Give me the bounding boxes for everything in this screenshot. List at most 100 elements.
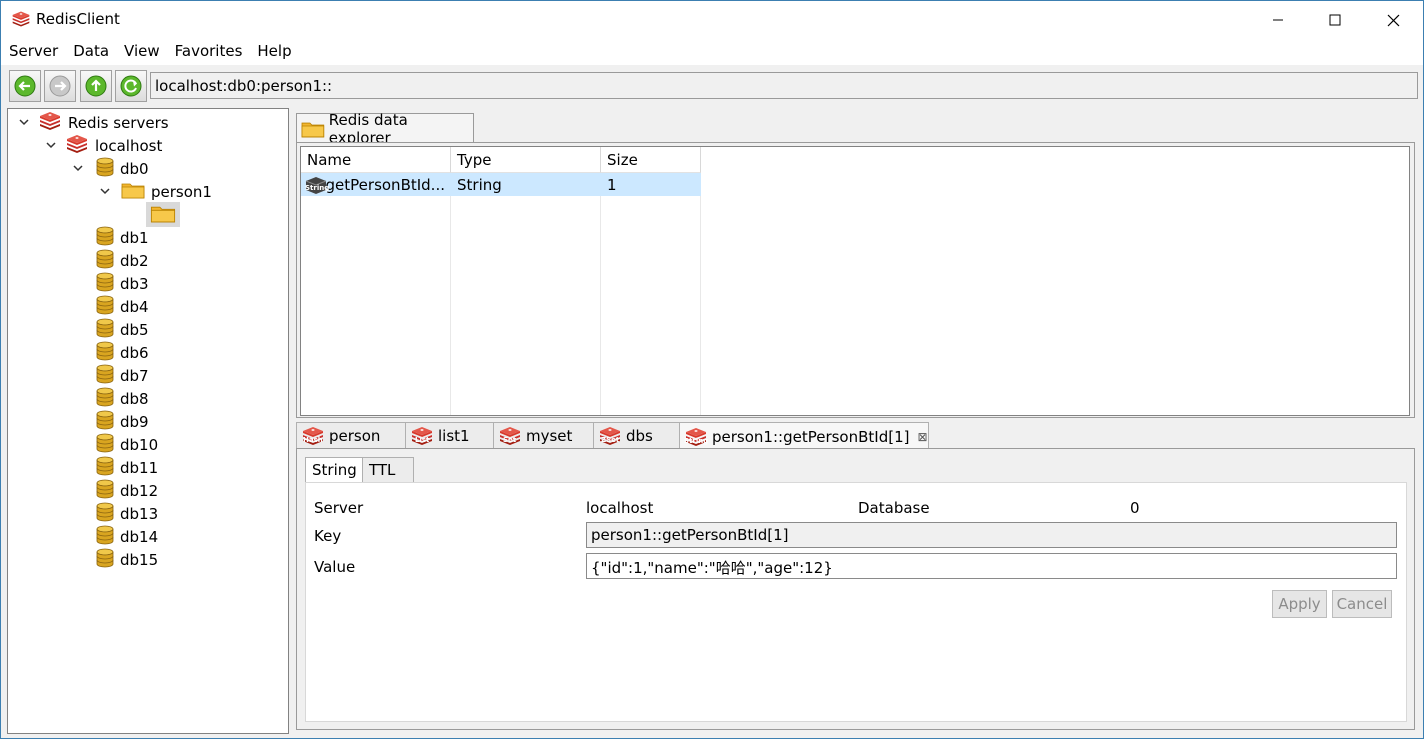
tab-myset[interactable]: Set myset — [493, 422, 594, 449]
tree-label: person1 — [151, 182, 212, 201]
menu-data[interactable]: Data — [65, 39, 116, 65]
string-panel: Server localhost Database 0 Key person1:… — [305, 482, 1407, 722]
keys-table: Name Type Size String getPersonBtId... S… — [300, 146, 1410, 416]
tree-node-db15[interactable]: db15 — [96, 548, 158, 571]
tree-node-person1[interactable]: person1 — [99, 180, 212, 203]
forward-button[interactable] — [44, 70, 76, 102]
column-header-type[interactable]: Type — [451, 147, 601, 173]
redis-app-icon — [11, 10, 31, 32]
tree-node-empty-folder[interactable] — [146, 202, 180, 227]
tree-label: db5 — [120, 320, 149, 339]
database-icon — [96, 318, 114, 342]
tree-label: db15 — [120, 550, 159, 569]
explorer-body: Name Type Size String getPersonBtId... S… — [296, 142, 1415, 418]
editor-body: String TTL Server localhost Database 0 K… — [296, 448, 1415, 730]
database-icon — [96, 387, 114, 411]
cell-name: String getPersonBtId... — [305, 175, 445, 194]
maximize-button[interactable] — [1306, 1, 1364, 39]
key-field[interactable]: person1::getPersonBtId[1] — [586, 522, 1397, 548]
close-button[interactable] — [1364, 1, 1422, 39]
tree-node-db9[interactable]: db9 — [96, 410, 149, 433]
menu-view[interactable]: View — [116, 39, 167, 65]
tree-node-db8[interactable]: db8 — [96, 387, 149, 410]
tree-label: db3 — [120, 274, 149, 293]
tab-close-icon[interactable]: ⊠ — [917, 430, 927, 444]
tab-dbs[interactable]: ZSet dbs — [593, 422, 680, 449]
list-icon: List — [410, 426, 434, 446]
database-icon — [96, 364, 114, 388]
menu-server[interactable]: Server — [1, 39, 65, 65]
value-field[interactable]: {"id":1,"name":"哈哈","age":12} — [586, 553, 1397, 579]
minimize-button[interactable] — [1249, 1, 1307, 39]
tab-label: list1 — [438, 427, 470, 445]
chevron-down-icon[interactable] — [99, 183, 113, 201]
address-bar[interactable]: localhost:db0:person1:: — [150, 72, 1418, 99]
folder-icon — [301, 120, 325, 138]
value-label: Value — [314, 558, 356, 576]
chevron-down-icon[interactable] — [72, 160, 86, 178]
menu-favorites[interactable]: Favorites — [167, 39, 250, 65]
chevron-down-icon[interactable] — [18, 114, 32, 132]
tab-label: person — [329, 427, 381, 445]
tree-node-db4[interactable]: db4 — [96, 295, 149, 318]
back-arrow-icon — [14, 75, 36, 97]
cell-type: String — [457, 176, 502, 194]
server-label: Server — [314, 499, 364, 517]
app-window: RedisClient Server Data View Favorites H… — [0, 0, 1424, 739]
tab-person1-getpersonbtid[interactable]: String person1::getPersonBtId[1] ⊠ — [679, 422, 929, 450]
tree-node-db11[interactable]: db11 — [96, 456, 158, 479]
tree-node-db7[interactable]: db7 — [96, 364, 149, 387]
key-label: Key — [314, 527, 342, 545]
tree-node-db12[interactable]: db12 — [96, 479, 158, 502]
refresh-button[interactable] — [115, 70, 147, 102]
database-icon — [96, 433, 114, 457]
subtab-string[interactable]: String — [305, 457, 363, 484]
up-button[interactable] — [80, 70, 112, 102]
tab-label: dbs — [626, 427, 653, 445]
tree-label: db9 — [120, 412, 149, 431]
apply-button[interactable]: Apply — [1272, 590, 1327, 618]
tree-node-db5[interactable]: db5 — [96, 318, 149, 341]
table-row[interactable]: String getPersonBtId... String 1 — [301, 173, 701, 196]
cancel-button[interactable]: Cancel — [1332, 590, 1392, 618]
column-header-size[interactable]: Size — [601, 147, 701, 173]
tree-node-localhost[interactable]: localhost — [45, 134, 162, 157]
data-explorer: Redis data explorer Name Type Size Strin… — [296, 111, 1415, 418]
tab-person[interactable]: Hash person — [296, 422, 406, 449]
database-value: 0 — [1130, 499, 1140, 517]
tree-node-db1[interactable]: db1 — [96, 226, 149, 249]
tab-list1[interactable]: List list1 — [405, 422, 494, 449]
database-icon — [96, 157, 114, 181]
database-icon — [96, 548, 114, 572]
back-button[interactable] — [9, 70, 41, 102]
menu-bar: Server Data View Favorites Help — [1, 39, 1423, 65]
minimize-icon — [1273, 19, 1283, 21]
tree-label: db10 — [120, 435, 159, 454]
close-icon — [1387, 14, 1399, 26]
tree-node-db6[interactable]: db6 — [96, 341, 149, 364]
tree-label: Redis servers — [68, 113, 169, 132]
tree-node-db2[interactable]: db2 — [96, 249, 149, 272]
tree-node-db14[interactable]: db14 — [96, 525, 158, 548]
string-icon: String — [684, 427, 708, 447]
database-icon — [96, 295, 114, 319]
explorer-tab[interactable]: Redis data explorer — [296, 111, 474, 147]
tree-node-redis-servers[interactable]: Redis servers — [18, 111, 169, 134]
tree-node-db10[interactable]: db10 — [96, 433, 158, 456]
tree-node-db13[interactable]: db13 — [96, 502, 158, 525]
redis-icon — [65, 134, 89, 158]
hash-icon: Hash — [301, 426, 325, 446]
maximize-icon — [1329, 14, 1341, 26]
toolbar: localhost:db0:person1:: — [1, 66, 1423, 105]
chevron-down-icon[interactable] — [45, 137, 59, 155]
database-icon — [96, 249, 114, 273]
column-header-name[interactable]: Name — [301, 147, 451, 173]
editor-tabs: Hash person List list1 Set myset ZSet db… — [296, 422, 1415, 450]
tree-node-db0[interactable]: db0 — [72, 157, 149, 180]
tree-node-db3[interactable]: db3 — [96, 272, 149, 295]
subtab-ttl[interactable]: TTL — [362, 457, 414, 483]
database-icon — [96, 479, 114, 503]
tree-label: db1 — [120, 228, 149, 247]
tree-label: db6 — [120, 343, 149, 362]
menu-help[interactable]: Help — [249, 39, 298, 65]
